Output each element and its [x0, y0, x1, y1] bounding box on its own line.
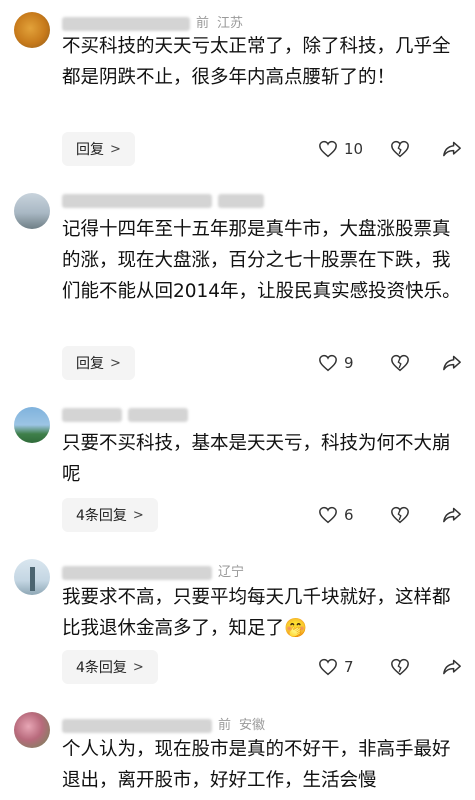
blurred-username	[62, 407, 122, 422]
blurred-username	[62, 718, 212, 733]
like-button[interactable]: 6	[318, 506, 390, 524]
share-button[interactable]	[442, 354, 462, 372]
like-count: 9	[344, 354, 354, 372]
comment-text: 只要不买科技，基本是天天亏，科技为何不大崩呢	[62, 433, 451, 485]
share-button[interactable]	[442, 658, 462, 676]
like-count: 6	[344, 506, 354, 524]
reply-label: 4条回复	[76, 660, 127, 676]
reply-button[interactable]: 回复 >	[62, 346, 135, 380]
heart-outline-icon	[319, 140, 337, 158]
comment-actions: 10	[318, 132, 462, 166]
share-button[interactable]	[442, 140, 462, 158]
avatar[interactable]	[14, 193, 50, 229]
dislike-button[interactable]	[390, 140, 442, 158]
share-button[interactable]	[442, 506, 462, 524]
comment-location: 辽宁	[218, 565, 245, 580]
chevron-right-icon: >	[110, 355, 121, 371]
reply-button[interactable]: 4条回复 >	[62, 498, 158, 532]
like-button[interactable]: 10	[318, 140, 390, 158]
chevron-right-icon: >	[132, 507, 144, 523]
comment-actions: 7	[318, 650, 462, 684]
avatar[interactable]	[14, 12, 50, 48]
comment-text: 不买科技的天天亏太正常了，除了科技，几乎全都是阴跌不止，很多年内高点腰斩了的！	[62, 36, 451, 88]
dislike-button[interactable]	[390, 658, 442, 676]
chevron-right-icon: >	[110, 141, 121, 157]
comment-location: 安徽	[239, 718, 266, 733]
broken-heart-icon	[391, 658, 409, 676]
blurred-time	[128, 407, 188, 422]
blurred-time	[218, 193, 264, 208]
comment-actions: 6	[318, 498, 462, 532]
reply-label: 回复	[76, 142, 104, 158]
like-count: 7	[344, 658, 354, 676]
dislike-button[interactable]	[390, 506, 442, 524]
broken-heart-icon	[391, 140, 409, 158]
blurred-username	[62, 565, 212, 580]
comment-time: 前	[196, 16, 210, 31]
comment-text: 个人认为，现在股市是真的不好干，非高手最好退出，离开股市，好好工作，生活会慢	[62, 739, 451, 791]
comment-location: 江苏	[217, 16, 244, 31]
reply-label: 4条回复	[76, 508, 127, 524]
comment-actions: 9	[318, 346, 462, 380]
comment-meta	[62, 193, 270, 208]
blurred-username	[62, 193, 212, 208]
reply-button[interactable]: 回复 >	[62, 132, 135, 166]
broken-heart-icon	[391, 506, 409, 524]
like-count: 10	[344, 140, 364, 158]
comment-text: 记得十四年至十五年那是真牛市，大盘涨股票真的涨，现在大盘涨，百分之七十股票在下跌…	[62, 219, 461, 302]
reply-label: 回复	[76, 356, 104, 372]
dislike-button[interactable]	[390, 354, 442, 372]
comment-meta: 辽宁	[62, 561, 244, 580]
avatar[interactable]	[14, 559, 50, 595]
comment-time: 前	[218, 718, 232, 733]
share-arrow-icon	[443, 141, 461, 157]
like-button[interactable]: 7	[318, 658, 390, 676]
blurred-username	[62, 16, 190, 31]
comment-meta: 前安徽	[62, 714, 265, 733]
share-arrow-icon	[443, 659, 461, 675]
avatar[interactable]	[14, 712, 50, 748]
comment-meta	[62, 407, 194, 422]
like-button[interactable]: 9	[318, 354, 390, 372]
comment-meta: 前江苏	[62, 12, 243, 31]
heart-outline-icon	[319, 354, 337, 372]
chevron-right-icon: >	[132, 659, 144, 675]
heart-outline-icon	[319, 658, 337, 676]
avatar[interactable]	[14, 407, 50, 443]
share-arrow-icon	[443, 355, 461, 371]
comment-text: 我要求不高，只要平均每天几千块就好，这样都比我退休金高多了，知足了🤭	[62, 587, 451, 639]
heart-outline-icon	[319, 506, 337, 524]
broken-heart-icon	[391, 354, 409, 372]
share-arrow-icon	[443, 507, 461, 523]
reply-button[interactable]: 4条回复 >	[62, 650, 158, 684]
